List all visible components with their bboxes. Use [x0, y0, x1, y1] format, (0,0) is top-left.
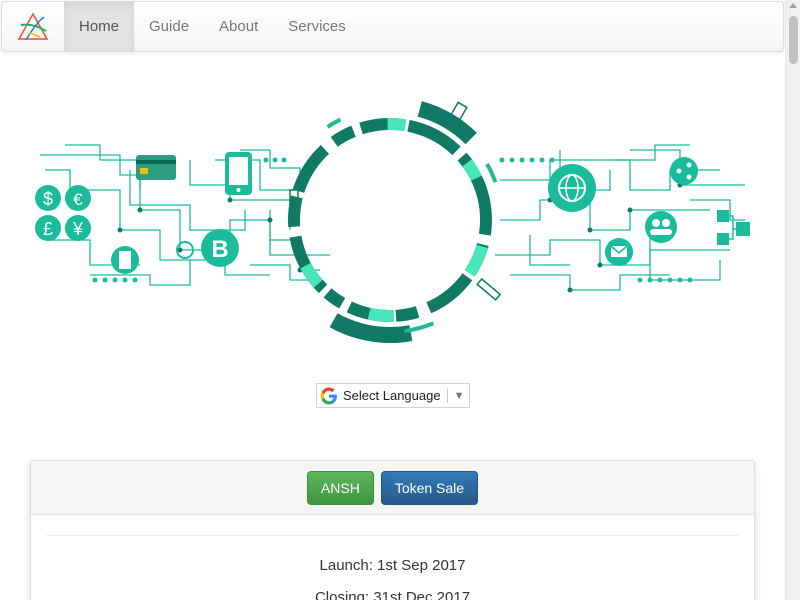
users-icon	[645, 211, 677, 243]
nav-guide[interactable]: Guide	[134, 2, 204, 51]
closing-date: Closing: 31st Dec 2017	[314, 589, 471, 600]
language-select-label: Select Language	[343, 388, 441, 403]
svg-text:£: £	[43, 219, 53, 239]
nav-about[interactable]: About	[204, 2, 273, 51]
ansh-button[interactable]: ANSH	[306, 470, 374, 505]
nav-home[interactable]: Home	[64, 2, 135, 51]
svg-text:$: $	[43, 189, 53, 209]
network-icon	[717, 210, 750, 245]
brand-logo[interactable]	[2, 2, 64, 51]
divider	[46, 535, 739, 536]
brand-logo-icon	[17, 11, 49, 40]
share-icon	[670, 157, 698, 185]
credit-card-icon	[136, 155, 176, 180]
svg-text:B: B	[211, 236, 228, 263]
page-scrollbar[interactable]	[785, 0, 800, 600]
globe-icon	[548, 164, 596, 212]
mail-icon	[605, 238, 633, 266]
hero-illustration: $ € £ ¥ B	[35, 97, 750, 343]
scroll-up-arrow-icon[interactable]	[789, 3, 797, 8]
launch-date: Launch: 1st Sep 2017	[319, 557, 466, 574]
navbar: Home Guide About Services	[1, 1, 784, 52]
token-panel: ANSH Token Sale Launch: 1st Sep 2017 Clo…	[30, 460, 755, 600]
nav-services[interactable]: Services	[273, 2, 361, 51]
bitcoin-icon: B	[201, 229, 239, 267]
dropdown-arrow-icon: ▼	[453, 389, 465, 402]
token-panel-header: ANSH Token Sale	[31, 461, 754, 515]
language-select-divider	[446, 388, 448, 403]
language-select[interactable]: Select Language ▼	[316, 383, 470, 408]
dollar-icon: $	[35, 185, 61, 211]
building-icon	[111, 246, 139, 274]
smartphone-icon	[225, 152, 252, 195]
central-ring-graphic	[267, 97, 513, 343]
svg-text:¥: ¥	[72, 219, 84, 239]
scroll-thumb[interactable]	[789, 16, 798, 64]
yen-icon: ¥	[65, 215, 91, 241]
token-sale-button[interactable]: Token Sale	[380, 470, 479, 505]
pound-icon: £	[35, 215, 61, 241]
svg-text:€: €	[73, 190, 83, 209]
euro-icon: €	[65, 185, 91, 211]
google-icon	[320, 387, 337, 404]
